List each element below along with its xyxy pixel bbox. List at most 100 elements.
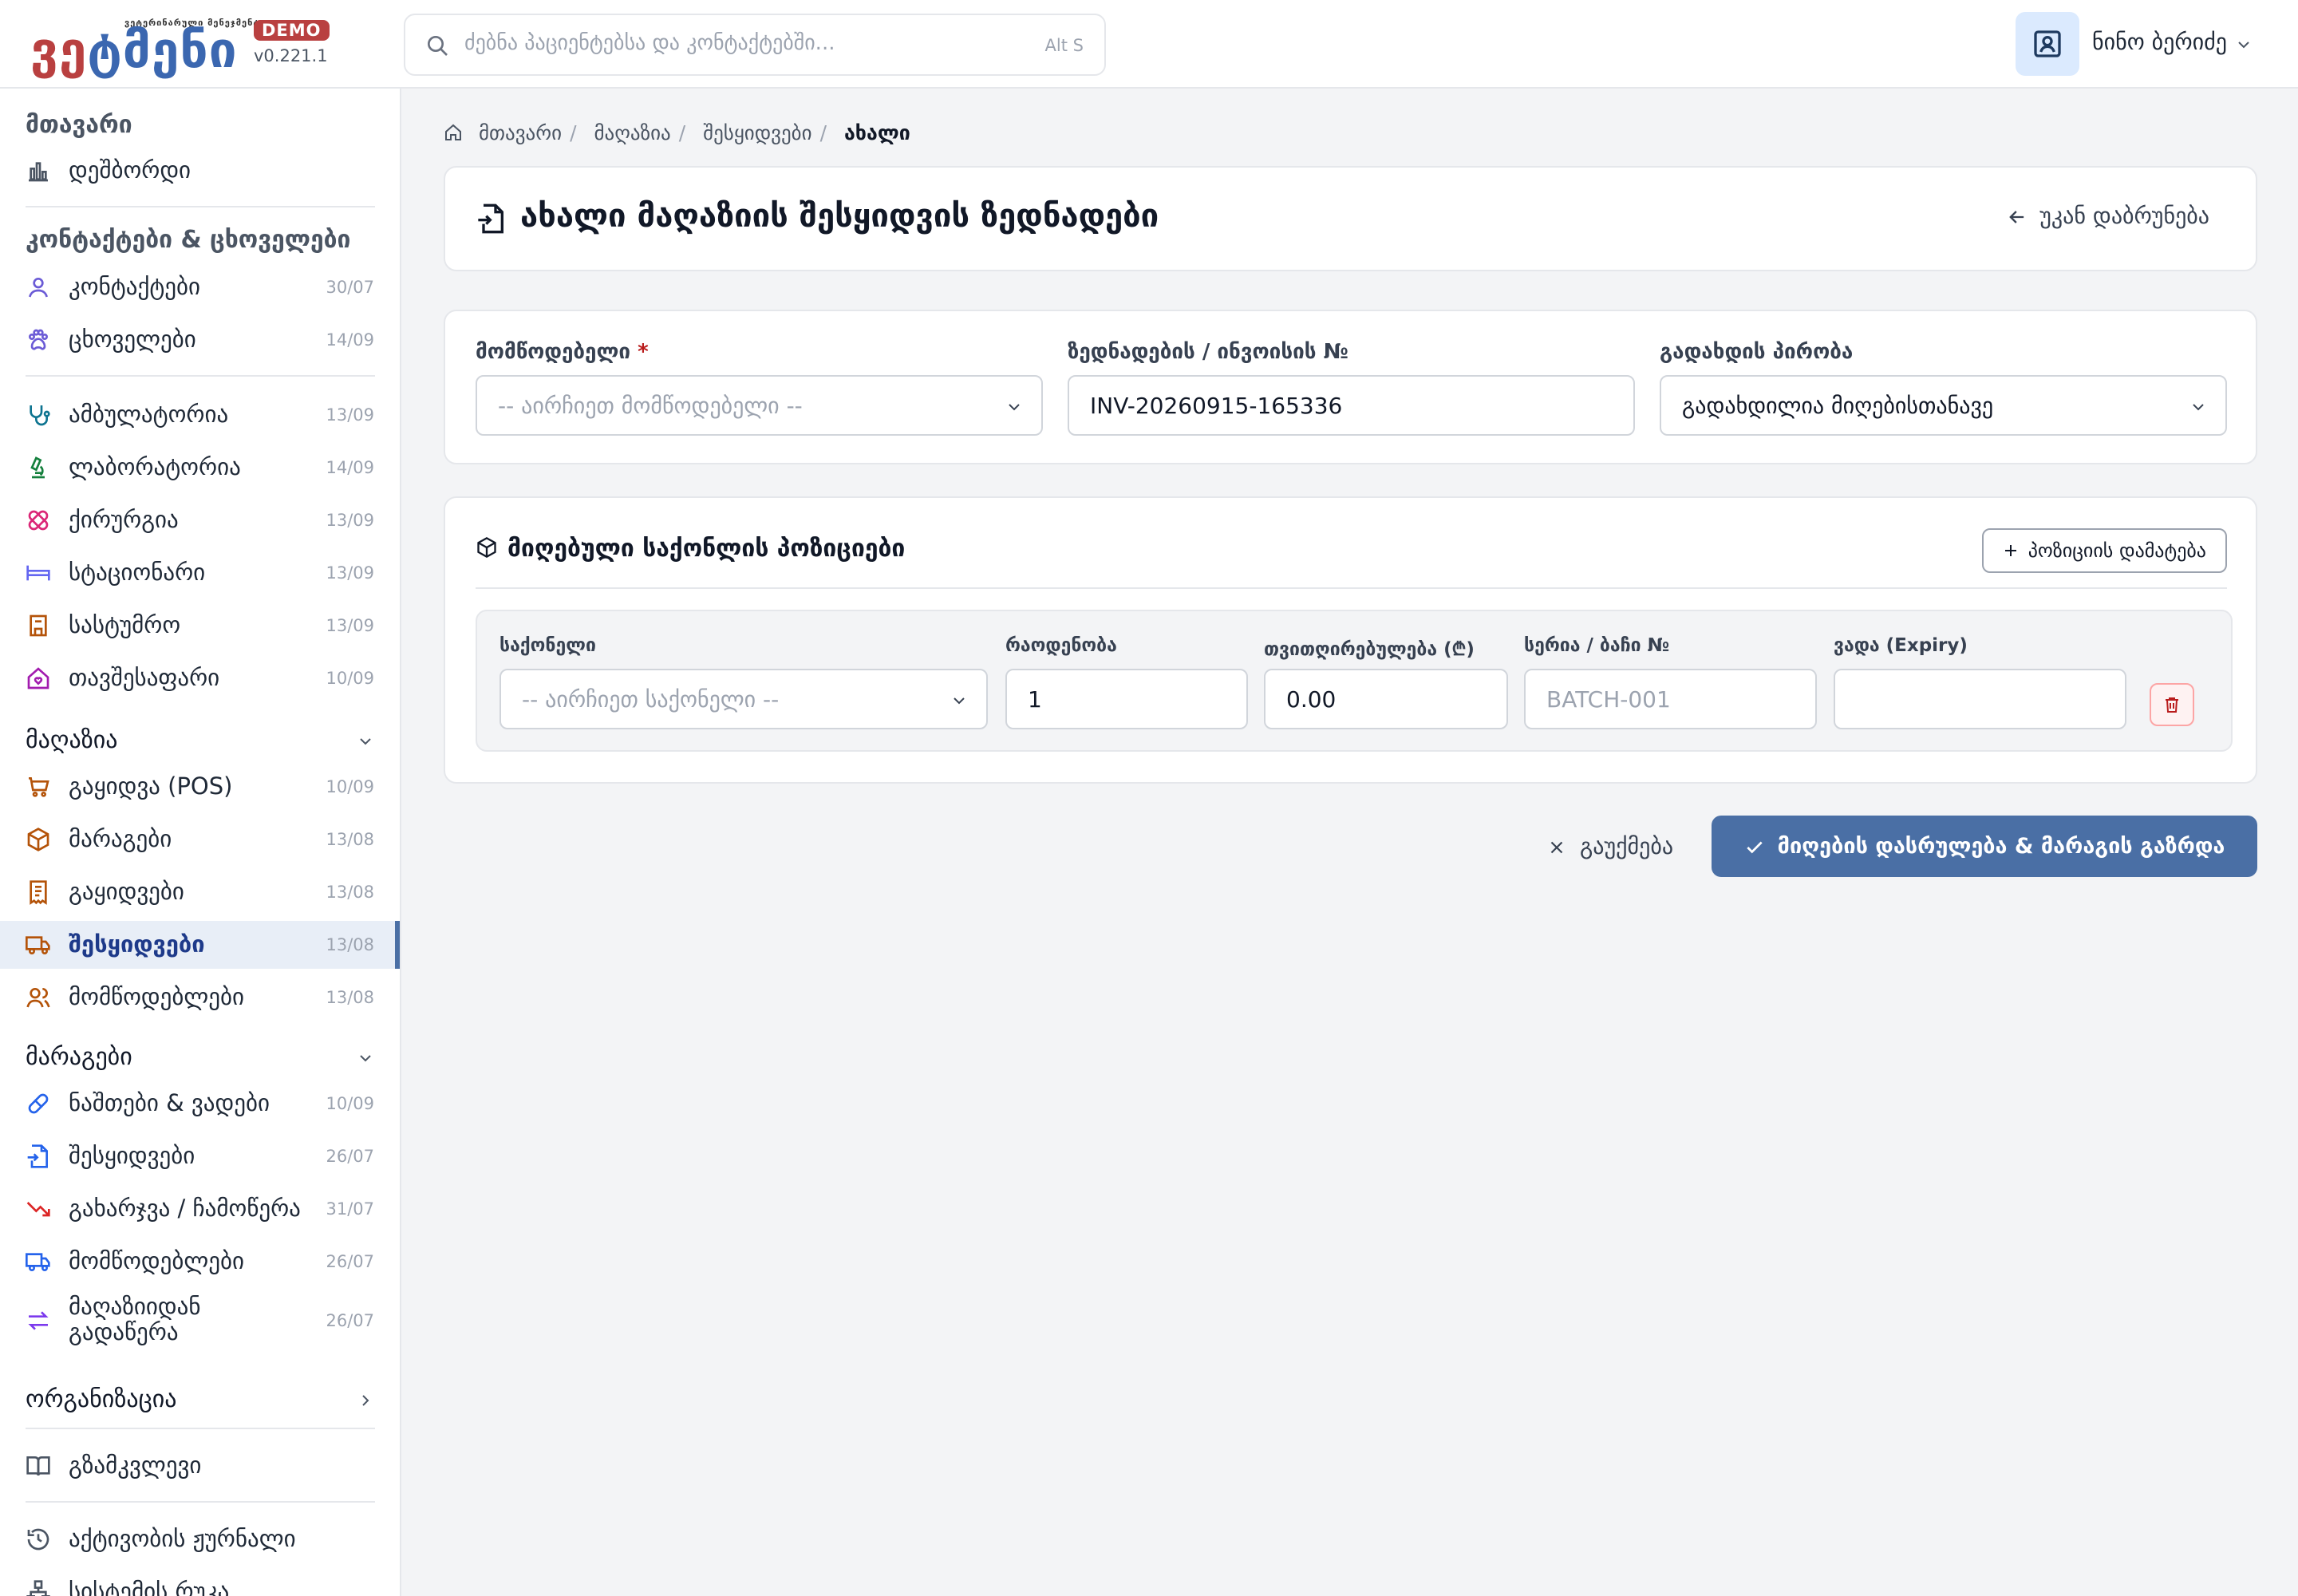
search-icon xyxy=(428,36,448,56)
sidebar-item-date: 26/07 xyxy=(326,1252,374,1271)
home-icon[interactable] xyxy=(444,123,463,142)
sidebar-item-surgery[interactable]: ქირურგია 13/09 xyxy=(0,496,400,544)
delete-item-button[interactable] xyxy=(2150,683,2194,726)
sidebar-item-sales[interactable]: გაყიდვები 13/08 xyxy=(0,868,400,916)
sidebar-item-transfer[interactable]: მაღაზიიდან გადაწერა 26/07 xyxy=(0,1290,400,1349)
add-item-button[interactable]: პოზიციის დამატება xyxy=(1981,528,2227,573)
chevron-down-icon xyxy=(1009,404,1020,411)
sidebar-section-stock[interactable]: მარაგები xyxy=(26,1043,132,1071)
invoice-number-input[interactable]: INV-20260915-165336 xyxy=(1068,375,1635,436)
user-icon xyxy=(29,278,48,298)
sidebar-item-date: 31/07 xyxy=(326,1199,374,1219)
user-name[interactable]: ნინო ბერიძე xyxy=(2092,29,2227,55)
cost-input[interactable]: 0.00 xyxy=(1264,669,1508,729)
sidebar-item-dashboard[interactable]: დეშბორდი xyxy=(0,147,400,195)
breadcrumb-current: ახალი xyxy=(843,121,910,144)
sidebar-divider xyxy=(26,1501,375,1503)
sidebar-item-shelter[interactable]: თავშესაფარი 10/09 xyxy=(0,654,400,702)
sidebar-item-contacts[interactable]: კონტაქტები 30/07 xyxy=(0,263,400,311)
sidebar-item-date: 10/09 xyxy=(326,669,374,688)
breadcrumb-shop[interactable]: მაღაზია xyxy=(594,121,670,144)
bandage-icon xyxy=(28,510,49,531)
sidebar-item-label: მარაგები xyxy=(69,825,172,852)
batch-input[interactable]: BATCH-001 xyxy=(1524,669,1817,729)
sidebar-item-guide[interactable]: გზამკვლევი xyxy=(0,1442,400,1490)
building-icon xyxy=(30,614,47,637)
payment-terms-select[interactable]: გადახდილია მიღებისთანავე xyxy=(1660,375,2227,436)
sidebar-item-label: სასტუმრო xyxy=(69,611,181,638)
back-button[interactable]: უკან დაბრუნება xyxy=(2006,203,2209,229)
sidebar-item-laboratory[interactable]: ლაბორატორია 14/09 xyxy=(0,444,400,492)
sidebar-item-shop-purchases[interactable]: შესყიდვები 13/08 xyxy=(0,921,400,969)
chevron-down-icon[interactable] xyxy=(356,1049,375,1068)
sidebar-item-remains[interactable]: ნაშთები & ვადები 10/09 xyxy=(0,1080,400,1128)
sidebar-item-label: გაყიდვები xyxy=(69,878,184,905)
breadcrumb-purchases[interactable]: შესყიდვები xyxy=(703,121,811,144)
add-item-button-label: პოზიციის დამატება xyxy=(2028,539,2206,562)
invoice-number-value: INV-20260915-165336 xyxy=(1090,393,1343,419)
supplier-select[interactable]: -- აირჩიეთ მომწოდებელი -- xyxy=(476,375,1043,436)
product-select-value: -- აირჩიეთ საქონელი -- xyxy=(522,686,780,713)
users-icon xyxy=(26,988,50,1008)
close-icon xyxy=(1550,841,1563,854)
app-logo[interactable]: ვეტერინარული მენეჯმენტი ვეტმენი xyxy=(30,18,265,78)
submit-button-label: მიღების დასრულება & მარაგის გაზრდა xyxy=(1777,834,2225,859)
sidebar-item-label: სისტემის რუკა xyxy=(69,1578,230,1596)
sidebar-item-label: შესყიდვები xyxy=(69,1142,195,1169)
submit-receipt-button[interactable]: მიღების დასრულება & მარაგის გაზრდა xyxy=(1712,816,2257,877)
sidebar-item-label: გზამკვლევი xyxy=(69,1452,202,1479)
sidebar-item-stationary[interactable]: სტაციონარი 13/09 xyxy=(0,549,400,597)
truck-icon xyxy=(26,936,50,954)
sidebar-section-org[interactable]: ორგანიზაცია xyxy=(26,1385,176,1413)
required-mark: * xyxy=(638,340,649,364)
global-search[interactable]: ძებნა პაციენტებსა და კონტაქტებში... Alt … xyxy=(404,14,1106,76)
top-bar: ვეტერინარული მენეჯმენტი ვეტმენი DEMO v0.… xyxy=(0,0,2298,89)
sidebar-item-shop-stock[interactable]: მარაგები 13/08 xyxy=(0,816,400,863)
search-input[interactable]: ძებნა პაციენტებსა და კონტაქტებში... xyxy=(464,31,835,55)
expiry-input[interactable] xyxy=(1834,669,2126,729)
sidebar-divider xyxy=(26,1428,375,1429)
sidebar-item-sitemap[interactable]: სისტემის რუკა xyxy=(0,1568,400,1596)
sidebar-item-stock-suppliers[interactable]: მომწოდებლები 26/07 xyxy=(0,1238,400,1286)
sidebar-section-main: მთავარი xyxy=(26,111,132,139)
sidebar-item-date: 26/07 xyxy=(326,1147,374,1166)
sidebar-item-stock-purchases[interactable]: შესყიდვები 26/07 xyxy=(0,1132,400,1180)
bed-icon xyxy=(26,565,50,581)
chevron-down-icon[interactable] xyxy=(2234,35,2253,54)
book-icon xyxy=(26,1456,50,1476)
cost-value: 0.00 xyxy=(1286,686,1337,713)
box-icon xyxy=(477,536,496,559)
logo-text: ვეტმენი xyxy=(30,21,238,79)
sidebar-item-pos[interactable]: გაყიდვა (POS) 10/09 xyxy=(0,763,400,811)
arrows-exchange-icon xyxy=(28,1311,49,1330)
cancel-button-label: გაუქმება xyxy=(1580,833,1674,859)
sidebar-item-label: გახარჯვა / ჩამოწერა xyxy=(69,1195,301,1222)
batch-placeholder: BATCH-001 xyxy=(1546,686,1671,713)
history-icon xyxy=(27,1528,49,1551)
section-divider xyxy=(476,587,2227,589)
sidebar-item-writeoff[interactable]: გახარჯვა / ჩამოწერა 31/07 xyxy=(0,1185,400,1233)
cancel-button[interactable]: გაუქმება xyxy=(1546,833,1673,859)
product-label: საქონელი xyxy=(499,635,596,656)
chart-bars-icon xyxy=(29,162,48,182)
sidebar-item-date: 13/09 xyxy=(326,563,374,583)
supplier-select-value: -- აირჩიეთ მომწოდებელი -- xyxy=(498,393,803,419)
breadcrumb-home[interactable]: მთავარი xyxy=(479,121,562,144)
cart-icon xyxy=(29,777,49,797)
sidebar-item-ambulatory[interactable]: ამბულატორია 13/09 xyxy=(0,391,400,439)
sidebar-item-hotel[interactable]: სასტუმრო 13/09 xyxy=(0,602,400,650)
product-select[interactable]: -- აირჩიეთ საქონელი -- xyxy=(499,669,988,729)
breadcrumb-separator: / xyxy=(678,121,686,144)
sidebar-item-activity[interactable]: აქტივობის ჟურნალი xyxy=(0,1515,400,1563)
quantity-input[interactable]: 1 xyxy=(1005,669,1248,729)
sidebar-item-animals[interactable]: ცხოველები 14/09 xyxy=(0,316,400,364)
breadcrumb: მთავარი / მაღაზია / შესყიდვები / ახალი xyxy=(444,121,918,144)
user-avatar[interactable] xyxy=(2016,12,2079,76)
sidebar-item-date: 13/09 xyxy=(326,405,374,425)
sidebar-section-shop[interactable]: მაღაზია xyxy=(26,726,118,754)
chevron-right-icon[interactable] xyxy=(356,1391,375,1410)
expiry-label: ვადა (Expiry) xyxy=(1834,635,1968,656)
sidebar-item-shop-suppliers[interactable]: მომწოდებლები 13/08 xyxy=(0,974,400,1021)
chevron-down-icon[interactable] xyxy=(356,732,375,751)
sitemap-icon xyxy=(26,1580,50,1596)
